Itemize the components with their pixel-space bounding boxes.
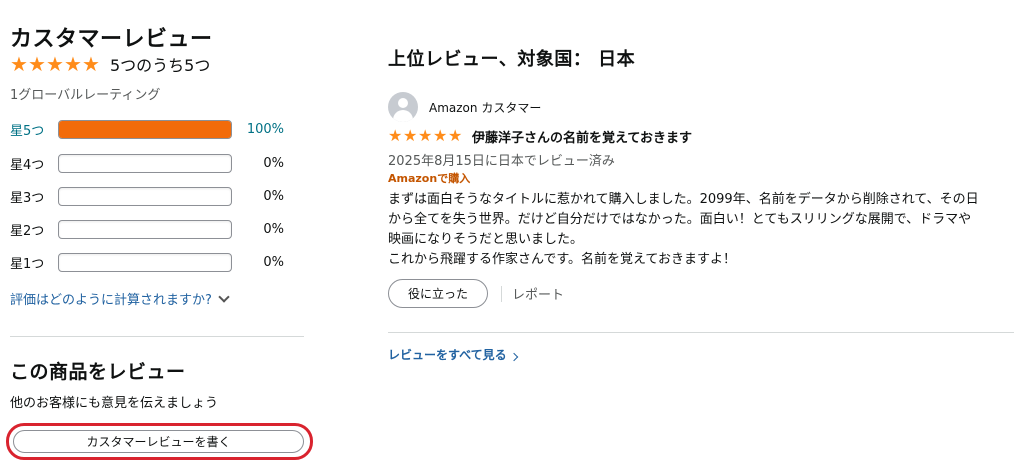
chevron-down-icon[interactable] bbox=[218, 290, 230, 303]
histogram-row-1-star: 星1つ 0% bbox=[10, 251, 290, 273]
divider bbox=[501, 285, 502, 302]
star-icon: ★ bbox=[64, 52, 82, 76]
star-icon: ★ bbox=[46, 52, 64, 76]
how-rating-calculated-label[interactable]: 評価はどのように計算されますか? bbox=[10, 289, 212, 308]
average-stars: ★ ★ ★ ★ ★ bbox=[10, 54, 100, 74]
histogram-percent: 0% bbox=[263, 188, 284, 204]
star-icon: ★ bbox=[433, 126, 448, 145]
review-body-line: これから飛躍する作家さんです。名前を覚えておきますよ！ bbox=[388, 252, 737, 267]
average-rating-text: 5つのうち5つ bbox=[110, 56, 211, 75]
global-rating-count: 1グローバルレーティング bbox=[10, 88, 161, 103]
histogram-bar bbox=[58, 219, 232, 239]
reviewer-profile[interactable]: Amazon カスタマー bbox=[388, 92, 541, 122]
review-date: 2025年8月15日に日本でレビュー済み bbox=[388, 154, 615, 169]
histogram-percent: 0% bbox=[263, 155, 284, 171]
helpful-button[interactable]: 役に立った bbox=[388, 279, 488, 308]
histogram-bar[interactable] bbox=[58, 119, 232, 139]
review-title[interactable]: 伊藤洋子さんの名前を覚えておきます bbox=[472, 127, 692, 146]
customer-reviews-panel: カスタマーレビュー ★ ★ ★ ★ ★ 5つのうち5つ 1グローバルレーティング… bbox=[6, 0, 313, 471]
highlight-circle: カスタマーレビューを書く bbox=[6, 423, 313, 460]
review-body-line: まずは面白そうなタイトルに惹かれて購入しました。2099年、名前をデータから削除… bbox=[388, 192, 979, 207]
star-icon: ★ bbox=[388, 126, 403, 145]
review-actions: 役に立った レポート bbox=[388, 279, 564, 308]
histogram-label: 星3つ bbox=[10, 190, 45, 206]
histogram-bar bbox=[58, 153, 232, 173]
see-all-reviews-link[interactable]: レビューをすべて見る bbox=[388, 346, 518, 363]
review-body-line: 映画になりそうだと思いました。 bbox=[388, 232, 584, 247]
star-icon: ★ bbox=[82, 52, 100, 76]
verified-purchase-badge: Amazonで購入 bbox=[388, 172, 471, 185]
see-all-reviews-label[interactable]: レビューをすべて見る bbox=[388, 346, 507, 363]
star-icon: ★ bbox=[418, 126, 433, 145]
write-review-button[interactable]: カスタマーレビューを書く bbox=[13, 430, 304, 453]
reviewer-name[interactable]: Amazon カスタマー bbox=[429, 99, 541, 116]
review-body-line: から全てを失う世界。だけど自分だけではなかった。面白い！とてもスリリングな展開で… bbox=[388, 212, 972, 227]
average-rating: ★ ★ ★ ★ ★ 5つのうち5つ bbox=[10, 53, 210, 75]
avatar-body bbox=[393, 110, 413, 122]
divider bbox=[10, 336, 304, 337]
histogram-percent: 0% bbox=[263, 221, 284, 237]
customer-reviews-title: カスタマーレビュー bbox=[10, 27, 213, 52]
avatar[interactable] bbox=[388, 92, 418, 122]
review-product-subtitle: 他のお客様にも意見を伝えましょう bbox=[10, 396, 219, 411]
histogram-label: 星1つ bbox=[10, 256, 45, 272]
top-reviews-panel: 上位レビュー、対象国： 日本 Amazon カスタマー ★ ★ ★ ★ ★ 伊藤… bbox=[388, 0, 1014, 471]
avatar-head bbox=[398, 98, 408, 108]
histogram-bar bbox=[58, 252, 232, 272]
histogram-label: 星2つ bbox=[10, 223, 45, 239]
histogram-row-4-star: 星4つ 0% bbox=[10, 152, 290, 174]
histogram-label[interactable]: 星5つ bbox=[10, 120, 58, 139]
divider bbox=[388, 332, 1014, 333]
how-rating-calculated-link[interactable]: 評価はどのように計算されますか? bbox=[10, 289, 230, 308]
star-icon: ★ bbox=[448, 126, 463, 145]
histogram-row-2-star: 星2つ 0% bbox=[10, 218, 290, 240]
histogram-percent[interactable]: 100% bbox=[232, 122, 284, 137]
review-product-title: この商品をレビュー bbox=[10, 361, 186, 383]
histogram-row-5-star[interactable]: 星5つ 100% bbox=[10, 118, 290, 140]
star-icon: ★ bbox=[28, 52, 46, 76]
histogram-row-3-star: 星3つ 0% bbox=[10, 185, 290, 207]
histogram-label: 星4つ bbox=[10, 157, 45, 173]
star-icon: ★ bbox=[403, 126, 418, 145]
chevron-right-icon[interactable] bbox=[509, 352, 518, 361]
star-icon: ★ bbox=[10, 52, 28, 76]
top-reviews-title: 上位レビュー、対象国： 日本 bbox=[388, 49, 636, 70]
histogram-bar bbox=[58, 186, 232, 206]
review-body: まずは面白そうなタイトルに惹かれて購入しました。2099年、名前をデータから削除… bbox=[388, 190, 1014, 270]
review-stars: ★ ★ ★ ★ ★ bbox=[388, 128, 463, 144]
histogram-percent: 0% bbox=[263, 254, 284, 270]
report-link[interactable]: レポート bbox=[512, 284, 564, 303]
review-rating-row: ★ ★ ★ ★ ★ 伊藤洋子さんの名前を覚えておきます bbox=[388, 127, 692, 146]
histogram-fill bbox=[59, 120, 231, 138]
